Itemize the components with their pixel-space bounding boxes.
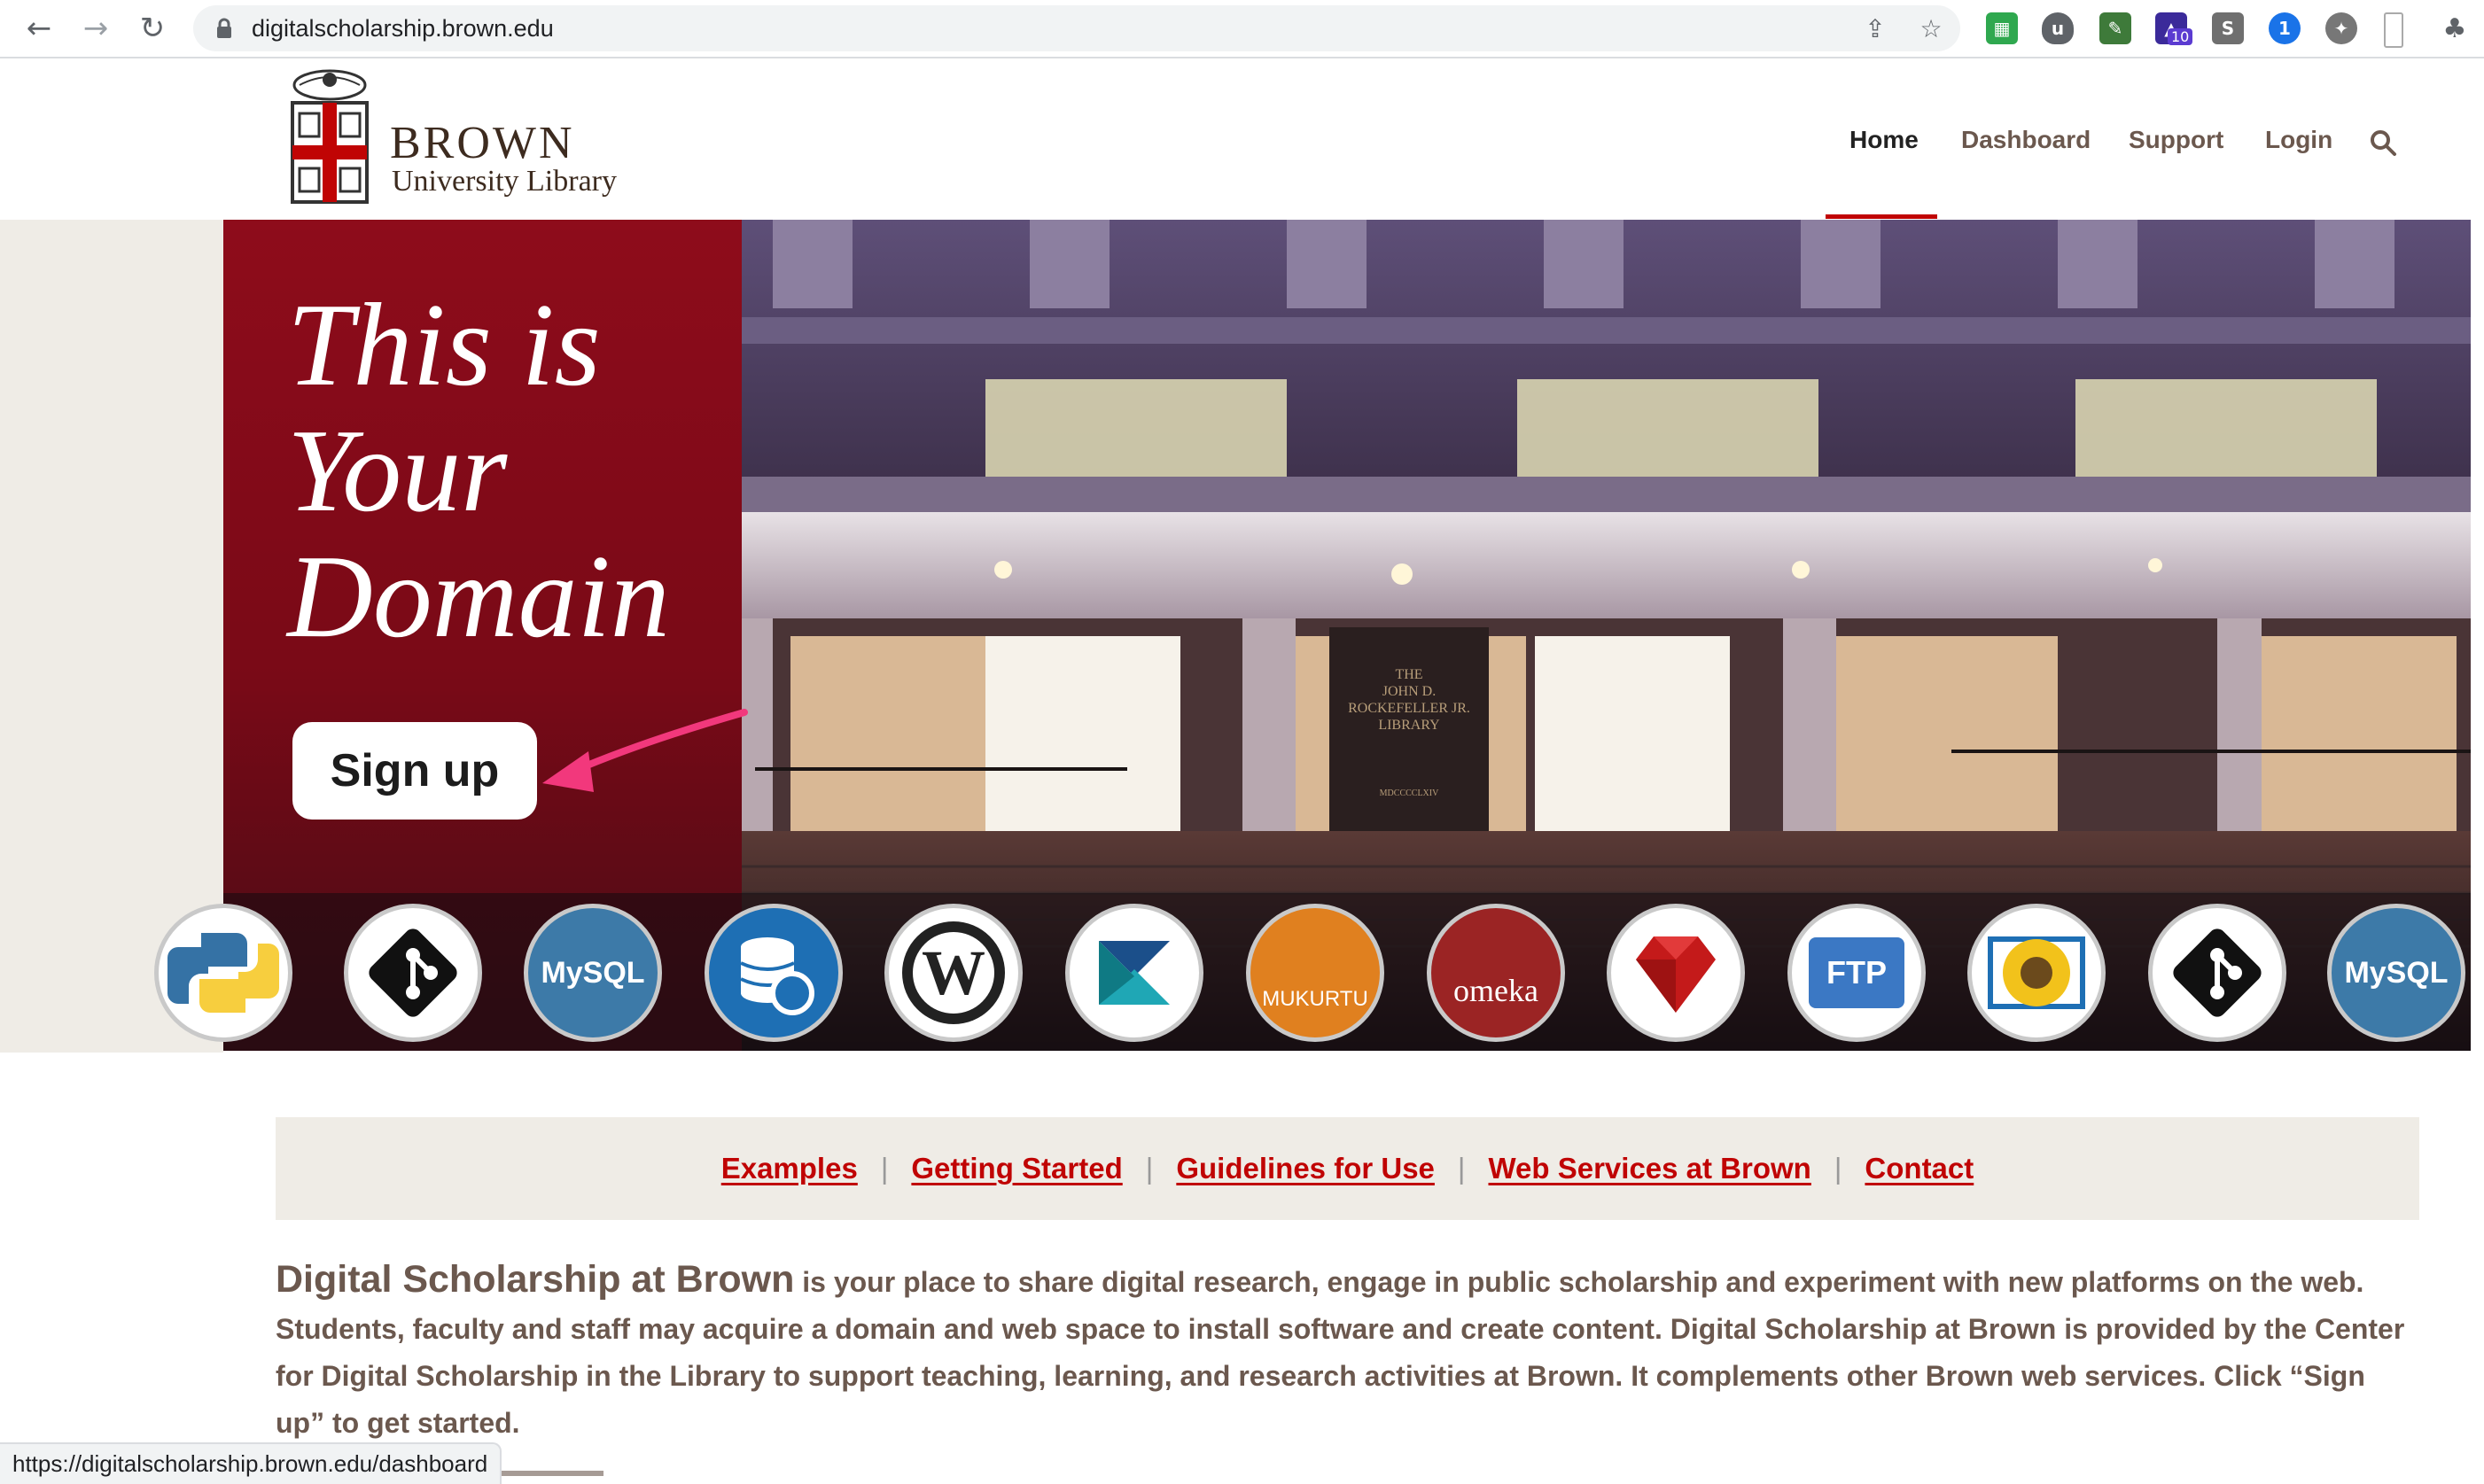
extension-bird-icon[interactable]: ✦ bbox=[2325, 12, 2357, 44]
bookmark-star-icon[interactable]: ☆ bbox=[1917, 14, 1945, 43]
brown-shield-icon bbox=[291, 69, 369, 204]
mukurtu-icon[interactable]: MUKURTU bbox=[1246, 904, 1384, 1042]
ftp-label: FTP bbox=[1809, 937, 1904, 1008]
extension-device-icon[interactable] bbox=[2384, 12, 2403, 48]
mysql-label: MySQL bbox=[541, 955, 645, 990]
mysql-label: MySQL bbox=[2344, 955, 2449, 990]
forward-icon[interactable]: → bbox=[76, 9, 115, 48]
link-separator: | bbox=[1834, 1152, 1842, 1185]
extension-pencil-icon[interactable]: ✎ bbox=[2099, 12, 2131, 44]
database-restore-icon[interactable] bbox=[705, 904, 843, 1042]
mukurtu-label: MUKURTU bbox=[1262, 987, 1368, 1011]
annotation-arrow-icon bbox=[542, 709, 748, 792]
headline-line-3: Domain bbox=[287, 531, 670, 662]
ftp-icon[interactable]: FTP bbox=[1787, 904, 1926, 1042]
active-nav-indicator bbox=[1826, 214, 1937, 219]
link-hover-status: https://digitalscholarship.brown.edu/das… bbox=[0, 1442, 502, 1484]
extension-1password-icon[interactable]: 1 bbox=[2269, 12, 2301, 44]
link-examples[interactable]: Examples bbox=[721, 1152, 858, 1185]
browser-toolbar: ← → ↻ digitalscholarship.brown.edu ⇪ ☆ ▦… bbox=[0, 0, 2484, 58]
link-guidelines[interactable]: Guidelines for Use bbox=[1176, 1152, 1435, 1185]
building-sign-line-5: MDCCCCLXIV bbox=[1380, 789, 1439, 798]
mysql-icon[interactable]: MySQL bbox=[2327, 904, 2465, 1042]
sunflower-icon[interactable] bbox=[1967, 904, 2106, 1042]
building-sign-line-1: THE bbox=[1395, 667, 1422, 682]
nav-home[interactable]: Home bbox=[1849, 126, 1919, 154]
omeka-label: omeka bbox=[1453, 973, 1538, 1008]
brown-library-logo[interactable]: BROWN University Library bbox=[287, 67, 624, 213]
reload-icon[interactable]: ↻ bbox=[133, 9, 172, 48]
building-sign-line-2: JOHN D. bbox=[1382, 684, 1436, 699]
wordpress-icon[interactable]: W bbox=[884, 904, 1023, 1042]
puzzle-extensions-icon[interactable]: ♣ bbox=[2439, 12, 2471, 44]
hero-headline: This is Your Domain bbox=[287, 282, 783, 659]
building-sign-line-4: LIBRARY bbox=[1378, 718, 1440, 733]
share-icon[interactable]: ⇪ bbox=[1861, 14, 1889, 43]
search-icon[interactable] bbox=[2368, 128, 2398, 158]
svg-text:W: W bbox=[922, 937, 985, 1008]
nav-dashboard[interactable]: Dashboard bbox=[1961, 126, 2091, 154]
signup-button[interactable]: Sign up bbox=[292, 722, 537, 820]
omeka-icon[interactable]: omeka bbox=[1427, 904, 1565, 1042]
headline-line-2: Your bbox=[287, 405, 508, 536]
python-icon[interactable] bbox=[154, 904, 292, 1042]
git-icon[interactable] bbox=[344, 904, 482, 1042]
logo-title: BROWN bbox=[390, 118, 575, 168]
mysql-icon[interactable]: MySQL bbox=[524, 904, 662, 1042]
extension-sheets-icon[interactable]: ▦ bbox=[1986, 12, 2018, 44]
logo-subtitle: University Library bbox=[392, 165, 617, 198]
headline-line-1: This is bbox=[287, 279, 601, 410]
building-sign-line-3: ROCKEFELLER JR. bbox=[1348, 701, 1470, 716]
intro-paragraph: Digital Scholarship at Brown is your pla… bbox=[276, 1256, 2420, 1447]
nav-login[interactable]: Login bbox=[2265, 126, 2332, 154]
extension-s-icon[interactable]: S bbox=[2212, 12, 2244, 44]
quick-links-bar: Examples | Getting Started | Guidelines … bbox=[276, 1117, 2419, 1220]
link-getting-started[interactable]: Getting Started bbox=[911, 1152, 1122, 1185]
ruby-icon[interactable] bbox=[1607, 904, 1745, 1042]
intro-lead: Digital Scholarship at Brown bbox=[276, 1258, 795, 1301]
link-web-services[interactable]: Web Services at Brown bbox=[1488, 1152, 1810, 1185]
link-separator: | bbox=[880, 1152, 889, 1185]
link-contact[interactable]: Contact bbox=[1865, 1152, 1974, 1185]
link-separator: | bbox=[1145, 1152, 1154, 1185]
extension-shield-icon[interactable]: u bbox=[2042, 12, 2074, 44]
lock-icon[interactable] bbox=[213, 17, 236, 40]
address-bar[interactable]: digitalscholarship.brown.edu ⇪ ☆ bbox=[193, 5, 1960, 51]
extension-badge: 10 bbox=[2168, 28, 2193, 45]
git-icon[interactable] bbox=[2148, 904, 2286, 1042]
kaltura-icon[interactable] bbox=[1065, 904, 1203, 1042]
link-separator: | bbox=[1457, 1152, 1466, 1185]
nav-support[interactable]: Support bbox=[2129, 126, 2223, 154]
back-icon[interactable]: ← bbox=[19, 9, 58, 48]
url-text[interactable]: digitalscholarship.brown.edu bbox=[252, 15, 554, 43]
